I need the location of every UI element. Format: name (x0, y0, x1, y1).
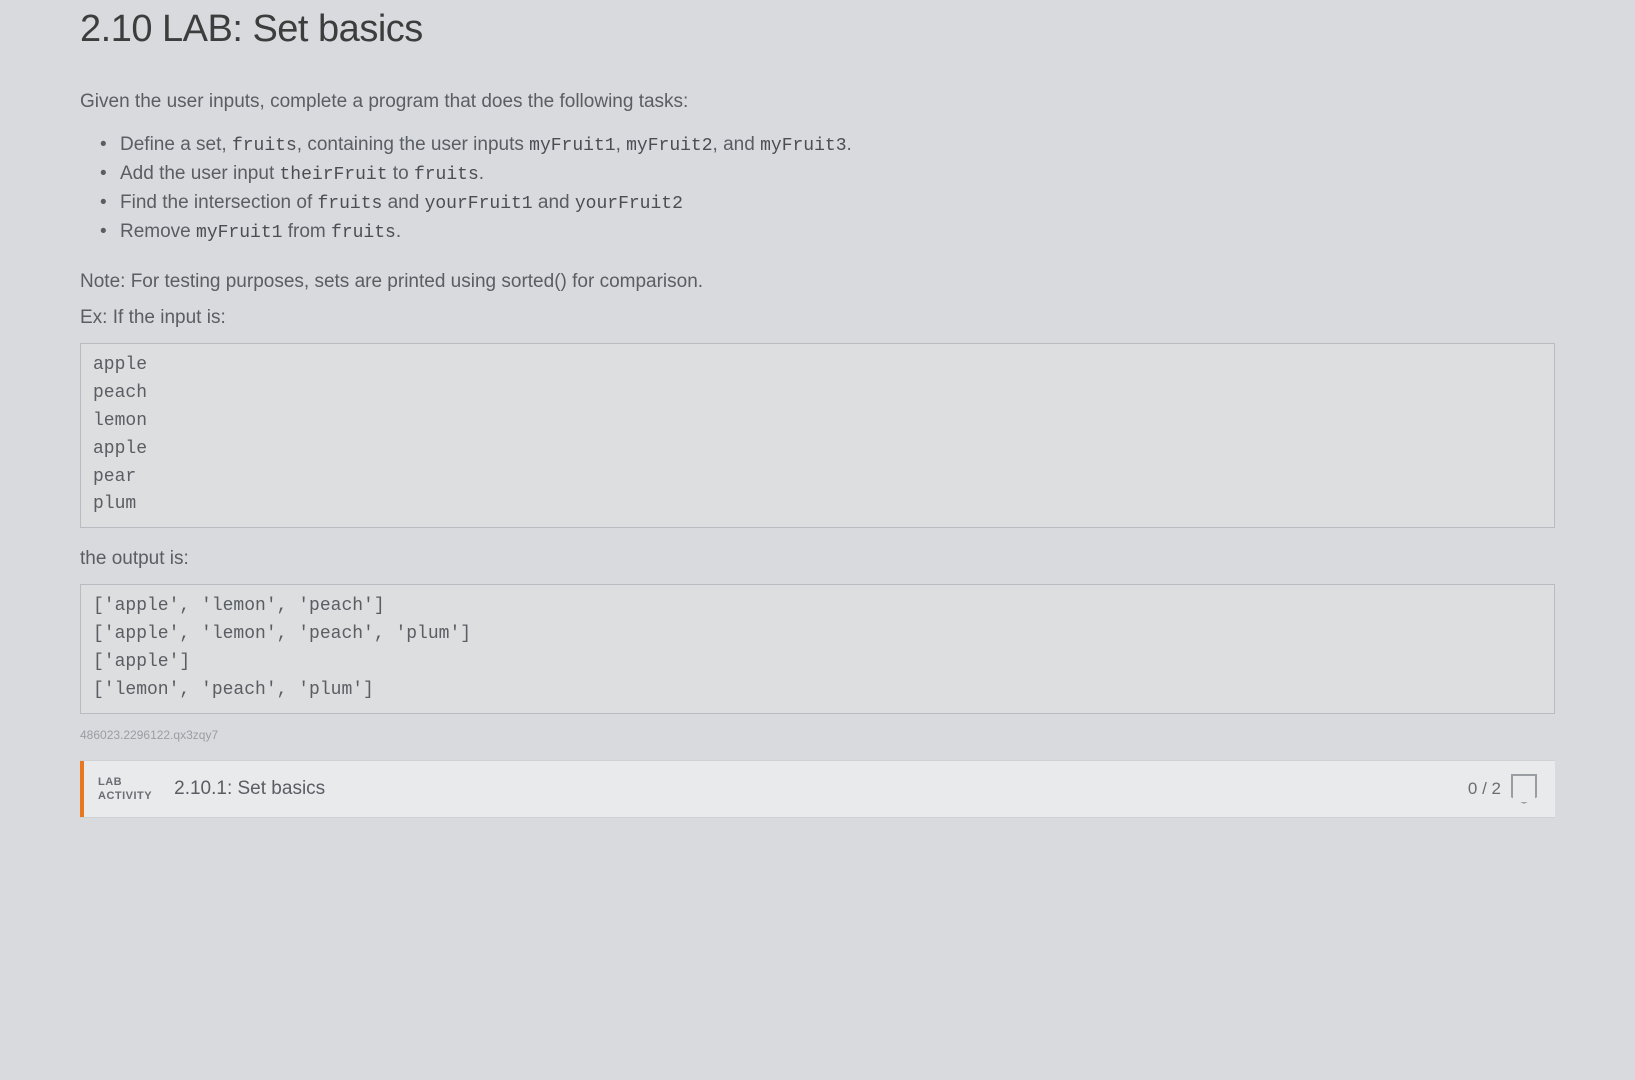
task-item: Remove myFruit1 from fruits. (120, 218, 1555, 247)
lab-score: 0 / 2 (1468, 761, 1555, 817)
task-item: Add the user input theirFruit to fruits. (120, 160, 1555, 189)
task-item: Find the intersection of fruits and your… (120, 189, 1555, 218)
task-list: Define a set, fruits, containing the use… (80, 131, 1555, 247)
watermark-id: 486023.2296122.qx3zqy7 (80, 728, 1555, 742)
task-item: Define a set, fruits, containing the use… (120, 131, 1555, 160)
score-text: 0 / 2 (1468, 779, 1501, 799)
example-output-block: ['apple', 'lemon', 'peach'] ['apple', 'l… (80, 584, 1555, 714)
lab-activity-label: LAB ACTIVITY (84, 761, 166, 817)
intro-text: Given the user inputs, complete a progra… (80, 91, 1555, 113)
score-badge-icon (1511, 774, 1537, 804)
example-input-label: Ex: If the input is: (80, 307, 1555, 329)
note-text: Note: For testing purposes, sets are pri… (80, 271, 1555, 293)
lab-activity-bar: LAB ACTIVITY 2.10.1: Set basics 0 / 2 (80, 760, 1555, 818)
example-output-label: the output is: (80, 548, 1555, 570)
page-title: 2.10 LAB: Set basics (80, 0, 1555, 91)
lab-activity-title: 2.10.1: Set basics (166, 761, 1468, 817)
example-input-block: apple peach lemon apple pear plum (80, 343, 1555, 528)
